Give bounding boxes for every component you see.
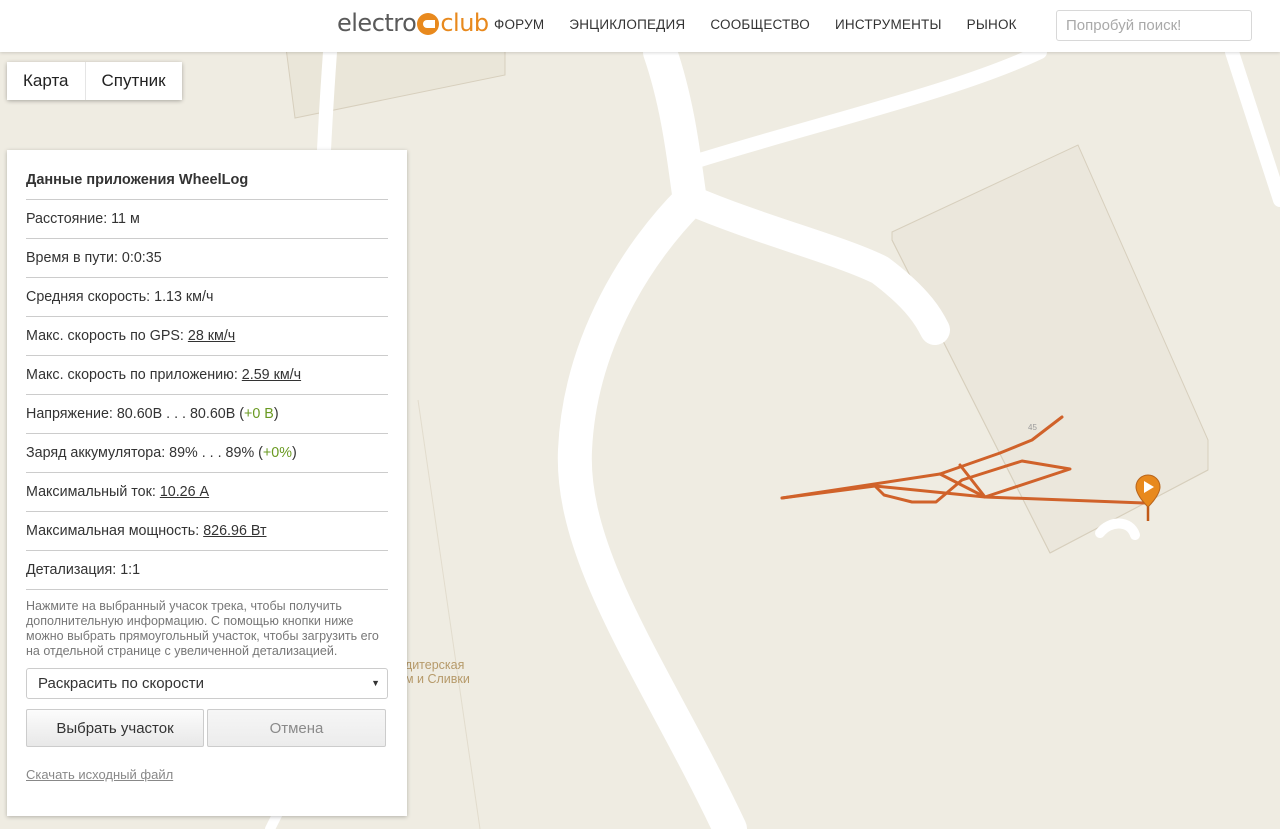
distance-row: Расстояние: 11 м [26,200,388,239]
battery-row: Заряд аккумулятора: 89% . . . 89% (+0%) [26,434,388,473]
colorize-select[interactable]: Раскрасить по скорости ▼ [26,668,388,699]
site-logo[interactable]: electro club [337,9,489,37]
max-current-link[interactable]: 10.26 А [160,484,209,500]
building-number: 45 [1028,423,1037,432]
max-current-row: Максимальный ток: 10.26 А [26,473,388,512]
main-nav: ФОРУМ ЭНЦИКЛОПЕДИЯ СООБЩЕСТВО ИНСТРУМЕНТ… [494,0,1042,48]
logo-mark-icon [417,13,440,35]
max-app-speed-link[interactable]: 2.59 км/ч [242,367,301,383]
download-source-link[interactable]: Скачать исходный файл [26,767,173,782]
max-power-link[interactable]: 826.96 Вт [203,523,266,539]
nav-tools[interactable]: ИНСТРУМЕНТЫ [835,17,942,32]
avg-speed-row: Средняя скорость: 1.13 км/ч [26,278,388,317]
map-type-map-button[interactable]: Карта [7,62,85,100]
track-hint-text: Нажмите на выбранный учасок трека, чтобы… [26,599,379,658]
select-area-button[interactable]: Выбрать участок [26,709,204,747]
nav-market[interactable]: РЫНОК [967,17,1017,32]
max-gps-speed-link[interactable]: 28 км/ч [188,328,235,344]
panel-title: Данные приложения WheelLog [26,150,388,200]
search-input[interactable] [1056,10,1252,41]
map-poi-label: ндитерская ем и Сливки [398,658,470,686]
max-power-row: Максимальная мощность: 826.96 Вт [26,512,388,551]
cancel-button[interactable]: Отмена [207,709,386,747]
voltage-row: Напряжение: 80.60В . . . 80.60В (+0 В) [26,395,388,434]
wheellog-info-panel: Данные приложения WheelLog Расстояние: 1… [7,150,407,816]
action-buttons: Выбрать участок Отмена [26,709,388,747]
top-navigation-bar: electro club ФОРУМ ЭНЦИКЛОПЕДИЯ СООБЩЕСТВ… [0,0,1280,52]
nav-encyclopedia[interactable]: ЭНЦИКЛОПЕДИЯ [569,17,685,32]
map-type-satellite-button[interactable]: Спутник [85,62,182,100]
nav-community[interactable]: СООБЩЕСТВО [710,17,810,32]
detail-row: Детализация: 1:1 [26,551,388,590]
max-app-speed-row: Макс. скорость по приложению: 2.59 км/ч [26,356,388,395]
nav-forum[interactable]: ФОРУМ [494,17,544,32]
travel-time-row: Время в пути: 0:0:35 [26,239,388,278]
map-type-control: Карта Спутник [7,62,182,100]
max-gps-speed-row: Макс. скорость по GPS: 28 км/ч [26,317,388,356]
dropdown-arrow-icon: ▼ [371,678,380,688]
